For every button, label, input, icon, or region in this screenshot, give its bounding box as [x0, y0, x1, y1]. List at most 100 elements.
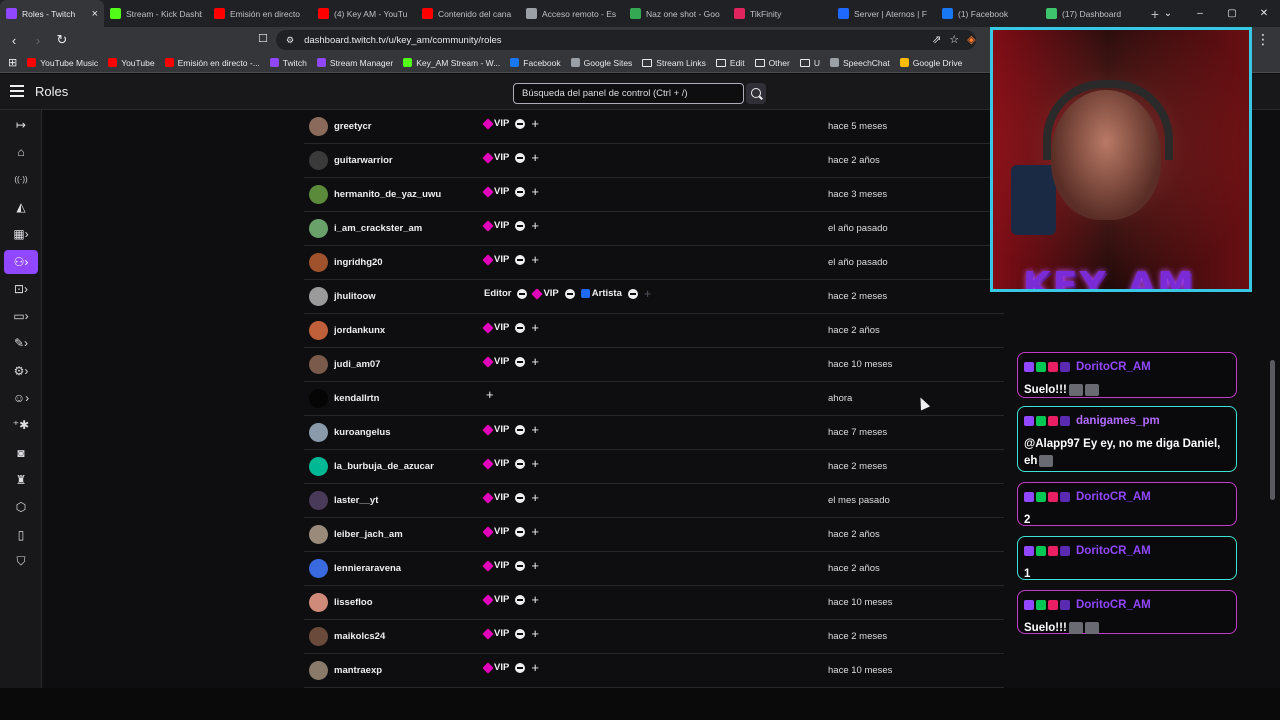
forward-icon[interactable]: ›: [28, 33, 48, 48]
remove-role-icon[interactable]: [627, 288, 638, 299]
bookmark-item[interactable]: SpeechChat: [829, 58, 890, 68]
apps-grid-icon[interactable]: ⊞: [8, 56, 17, 69]
username[interactable]: lennieraravena: [334, 563, 401, 574]
broadcast-icon[interactable]: ((·)): [4, 168, 38, 192]
site-info-icon[interactable]: ⚙: [286, 35, 294, 46]
camera-icon[interactable]: ◙: [4, 441, 38, 465]
bookmark-item[interactable]: YouTube: [108, 58, 155, 68]
add-role-icon[interactable]: +: [644, 287, 652, 300]
username[interactable]: laster__yt: [334, 495, 378, 506]
username[interactable]: guitarwarrior: [334, 155, 393, 166]
reload-icon[interactable]: ↻: [52, 32, 72, 48]
add-role-icon[interactable]: +: [531, 117, 539, 130]
browser-tab[interactable]: Naz one shot - Goo: [624, 0, 728, 27]
scrollbar[interactable]: [1270, 360, 1275, 500]
add-role-icon[interactable]: +: [531, 491, 539, 504]
share-icon[interactable]: ⇗: [932, 33, 941, 46]
bookmark-star-icon[interactable]: ☆: [949, 33, 959, 46]
extension-icon[interactable]: ◈: [967, 33, 975, 46]
learn-icon[interactable]: ▯: [4, 523, 38, 547]
add-role-icon[interactable]: +: [531, 253, 539, 266]
remove-role-icon[interactable]: [515, 220, 526, 231]
browser-tab[interactable]: Roles - Twitch ×: [0, 0, 104, 27]
username[interactable]: kendallrtn: [334, 393, 379, 404]
username[interactable]: i_am_crackster_am: [334, 223, 422, 234]
browser-tab[interactable]: Server | Aternos | F: [832, 0, 936, 27]
add-role-icon[interactable]: +: [531, 219, 539, 232]
remove-role-icon[interactable]: [564, 288, 575, 299]
browser-tab[interactable]: Stream - Kick Dashb: [104, 0, 208, 27]
add-role-icon[interactable]: +: [531, 593, 539, 606]
remove-role-icon[interactable]: [515, 186, 526, 197]
add-role-icon[interactable]: +: [531, 525, 539, 538]
remove-role-icon[interactable]: [515, 458, 526, 469]
close-window-icon[interactable]: ✕: [1248, 0, 1280, 27]
home-icon[interactable]: ⌂: [4, 140, 38, 164]
remove-role-icon[interactable]: [515, 322, 526, 333]
bookmark-item[interactable]: U: [799, 58, 820, 68]
remove-role-icon[interactable]: [515, 118, 526, 129]
bookmark-item[interactable]: Edit: [715, 58, 745, 68]
add-role-icon[interactable]: +: [531, 559, 539, 572]
bookmark-item[interactable]: Other: [754, 58, 790, 68]
bookmark-item[interactable]: Key_AM Stream - W...: [403, 58, 500, 68]
megaphone-icon[interactable]: ◭: [4, 195, 38, 219]
add-role-icon[interactable]: +: [531, 661, 539, 674]
username[interactable]: mantraexp: [334, 665, 382, 676]
search-icon[interactable]: [746, 83, 766, 104]
community-icon[interactable]: ⚇›: [4, 249, 38, 274]
username[interactable]: leiber_jach_am: [334, 529, 403, 540]
bookmark-item[interactable]: Google Drive: [899, 58, 962, 68]
url-field[interactable]: ⚙ dashboard.twitch.tv/u/key_am/community…: [276, 30, 976, 50]
username[interactable]: maikolcs24: [334, 631, 385, 642]
remove-role-icon[interactable]: [515, 152, 526, 163]
remove-role-icon[interactable]: [515, 662, 526, 673]
remove-role-icon[interactable]: [515, 424, 526, 435]
add-role-icon[interactable]: +: [531, 457, 539, 470]
maximize-icon[interactable]: ▢: [1216, 0, 1248, 27]
browser-tab[interactable]: Acceso remoto - Es: [520, 0, 624, 27]
username[interactable]: ingridhg20: [334, 257, 383, 268]
viewer-rewards-icon[interactable]: ☺›: [4, 386, 38, 410]
bookmark-item[interactable]: Facebook: [510, 58, 561, 68]
back-icon[interactable]: ‹: [4, 33, 24, 48]
remove-role-icon[interactable]: [515, 594, 526, 605]
remove-role-icon[interactable]: [515, 356, 526, 367]
hamburger-menu-icon[interactable]: [10, 85, 24, 97]
tab-close-icon[interactable]: ×: [92, 8, 98, 20]
collapse-icon[interactable]: ↦: [4, 113, 38, 137]
monetization-icon[interactable]: ▭›: [4, 304, 38, 328]
add-role-icon[interactable]: +: [531, 355, 539, 368]
username[interactable]: kuroangelus: [334, 427, 391, 438]
trophy-icon[interactable]: ♜: [4, 468, 38, 492]
browser-menu-icon[interactable]: ⋮: [1256, 31, 1270, 48]
bookmark-item[interactable]: Emisión en directo -...: [164, 58, 260, 68]
username[interactable]: la_burbuja_de_azucar: [334, 461, 434, 472]
add-role-icon[interactable]: +: [531, 151, 539, 164]
browser-tab[interactable]: (4) Key AM - YouTu: [312, 0, 416, 27]
username[interactable]: lissefloo: [334, 597, 373, 608]
remove-role-icon[interactable]: [515, 254, 526, 265]
browser-tab[interactable]: Emisión en directo: [208, 0, 312, 27]
bookmark-item[interactable]: Stream Links: [642, 58, 706, 68]
safety-icon[interactable]: ⛉: [4, 550, 38, 574]
add-role-icon[interactable]: +: [531, 423, 539, 436]
content-icon[interactable]: ⊡›: [4, 277, 38, 301]
bookmark-item[interactable]: Twitch: [269, 58, 307, 68]
remove-role-icon[interactable]: [515, 492, 526, 503]
bookmark-item[interactable]: Stream Manager: [316, 58, 393, 68]
remove-role-icon[interactable]: [515, 526, 526, 537]
minimize-icon[interactable]: –: [1184, 0, 1216, 27]
browser-tab[interactable]: (17) Dashboard: [1040, 0, 1144, 27]
analytics-icon[interactable]: ▦›: [4, 222, 38, 246]
add-role-icon[interactable]: +: [486, 388, 494, 401]
add-role-icon[interactable]: +: [531, 185, 539, 198]
browser-tab[interactable]: (1) Facebook: [936, 0, 1040, 27]
username[interactable]: jordankunx: [334, 325, 385, 336]
remove-role-icon[interactable]: [517, 288, 528, 299]
add-role-icon[interactable]: +: [531, 627, 539, 640]
username[interactable]: greetycr: [334, 121, 372, 132]
add-role-icon[interactable]: +: [531, 321, 539, 334]
username[interactable]: hermanito_de_yaz_uwu: [334, 189, 441, 200]
bookmark-item[interactable]: Google Sites: [570, 58, 632, 68]
